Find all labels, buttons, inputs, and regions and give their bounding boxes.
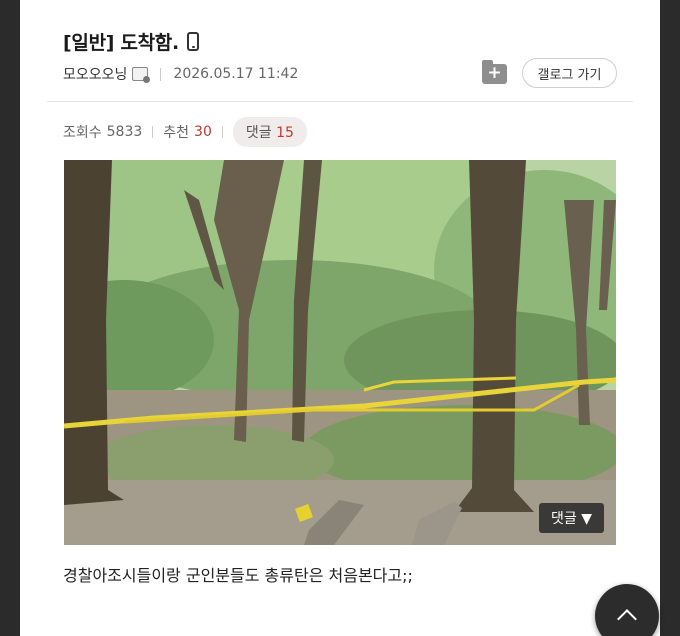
post-body-text: 경찰아조시들이랑 군인분들도 총류탄은 처음본다고;; — [63, 566, 413, 585]
post-photo[interactable]: 댓글 ▼ — [64, 160, 616, 545]
post-date: 2026.05.17 11:42 — [173, 66, 299, 82]
phone-icon — [186, 32, 199, 51]
post-title-text: [일반] 도착함. — [63, 32, 179, 54]
comments-label: 댓글 — [245, 125, 272, 141]
post-title: [일반] 도착함. — [63, 28, 199, 55]
forest-scene — [64, 160, 616, 545]
header-divider — [47, 101, 633, 102]
author-badge-icon — [132, 67, 151, 83]
post-page: [일반] 도착함. 모오오오닝 2026.05.17 11:42 + 갤로그 가… — [20, 0, 660, 636]
photo-comment-button[interactable]: 댓글 ▼ — [539, 503, 604, 533]
divider — [152, 126, 154, 138]
comments-button[interactable]: 댓글 15 — [232, 117, 307, 147]
recommend-count: 30 — [194, 124, 212, 140]
post-stats: 조회수 5833 추천 30 댓글 15 — [63, 117, 307, 147]
divider — [160, 67, 162, 81]
divider — [221, 126, 223, 138]
folder-plus-icon[interactable]: + — [482, 60, 507, 84]
views-count: 5833 — [106, 124, 143, 140]
gallog-button[interactable]: 갤로그 가기 — [522, 58, 617, 88]
author-name[interactable]: 모오오오닝 — [63, 64, 127, 84]
post-meta: 모오오오닝 2026.05.17 11:42 — [63, 64, 298, 84]
recommend-label: 추천 — [163, 125, 190, 141]
comments-count: 15 — [276, 125, 294, 141]
views-label: 조회수 — [63, 125, 102, 141]
